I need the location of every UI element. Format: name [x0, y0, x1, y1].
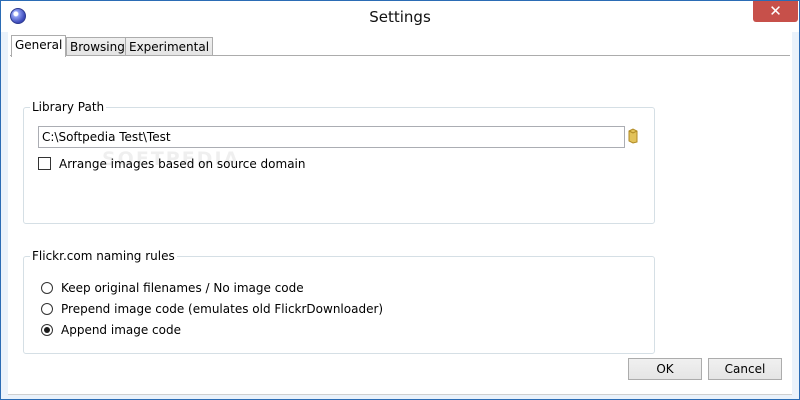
general-tab-panel: Library Path Arrange images based on sou…: [10, 55, 790, 354]
flickr-naming-label: Flickr.com naming rules: [30, 248, 177, 264]
keep-original-radio[interactable]: [41, 282, 53, 294]
naming-option-prepend[interactable]: Prepend image code (emulates old FlickrD…: [38, 301, 538, 317]
tab-experimental[interactable]: Experimental: [125, 37, 214, 56]
settings-window: Settings ✕ General Browsing Experimental…: [0, 0, 800, 400]
naming-option-append[interactable]: Append image code: [38, 322, 538, 338]
window-title: Settings: [369, 8, 431, 26]
prepend-code-radio[interactable]: [41, 303, 53, 315]
close-button[interactable]: ✕: [753, 1, 798, 22]
library-path-label: Library Path: [30, 99, 107, 115]
append-code-radio[interactable]: [41, 324, 53, 336]
tab-general[interactable]: General: [11, 35, 67, 57]
cancel-button[interactable]: Cancel: [708, 358, 782, 380]
naming-option-keep-original[interactable]: Keep original filenames / No image code: [38, 280, 538, 296]
flickr-naming-group: Flickr.com naming rules Keep original fi…: [23, 248, 655, 354]
library-path-input[interactable]: [38, 126, 625, 148]
keep-original-label: Keep original filenames / No image code: [61, 281, 304, 295]
ok-button[interactable]: OK: [628, 358, 702, 380]
folder-browse-icon[interactable]: [628, 128, 638, 144]
arrange-images-checkbox[interactable]: [38, 157, 51, 170]
softpedia-watermark: SOFTPEDIA: [102, 148, 241, 170]
tab-browsing[interactable]: Browsing: [66, 37, 129, 56]
append-code-label: Append image code: [61, 323, 181, 337]
title-bar[interactable]: Settings ✕: [1, 1, 799, 32]
dialog-client-area: General Browsing Experimental Library Pa…: [8, 32, 792, 395]
prepend-code-label: Prepend image code (emulates old FlickrD…: [61, 302, 384, 316]
